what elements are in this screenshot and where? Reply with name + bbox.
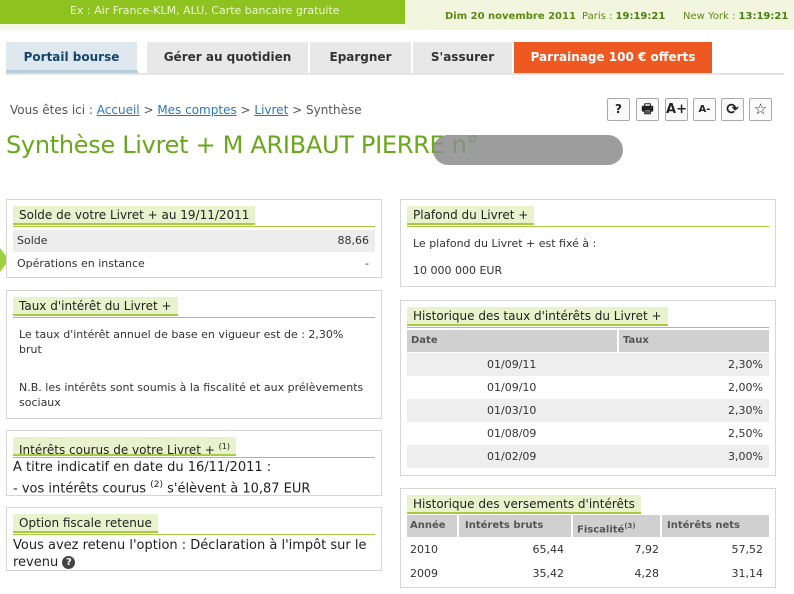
solde-panel: Solde de votre Livret + au 19/11/2011 So… [6, 199, 382, 278]
taux-value-cell: 2,00% [728, 381, 763, 394]
vers-fisc-cell: 7,92 [634, 543, 660, 556]
vers-nets-cell: 57,52 [731, 543, 764, 556]
hist-vers-panel: Historique des versements d'intérêts Ann… [400, 488, 776, 588]
breadcrumb-accueil-link[interactable]: Accueil [97, 103, 140, 117]
hist-vers-header: Année Intérets bruts Fiscalité(3) Intérê… [407, 515, 769, 537]
table-row: 2010 65,44 7,92 57,52 [407, 538, 769, 561]
page-title: Synthèse Livret + M ARIBAUT PIERRE n° [6, 131, 479, 159]
refresh-icon[interactable]: ⟳ [721, 98, 744, 121]
option-title: Option fiscale retenue [13, 514, 158, 533]
table-row: 01/09/11 2,30% [407, 353, 769, 376]
table-row: 01/03/10 2,30% [407, 399, 769, 422]
tab-s-assurer[interactable]: S'assurer [413, 42, 514, 73]
hist-vers-title: Historique des versements d'intérêts [407, 495, 641, 514]
taux-date-cell: 01/02/09 [487, 450, 537, 463]
nav-divider [6, 73, 784, 75]
table-row: 01/08/09 2,50% [407, 422, 769, 445]
favorite-star-icon[interactable]: ☆ [749, 98, 772, 121]
option-text: Vous avez retenu l'option : Déclaration … [13, 538, 367, 570]
breadcrumb-mes-comptes-link[interactable]: Mes comptes [157, 103, 236, 117]
font-increase-icon[interactable]: A+ [665, 98, 688, 121]
interets-panel: Intérêts courus de votre Livret + (1) A … [6, 430, 382, 496]
vers-annee-cell: 2009 [410, 567, 438, 580]
taux-text: Le taux d'intérêt annuel de base en vigu… [19, 328, 344, 356]
plafond-panel: Plafond du Livret + Le plafond du Livret… [400, 199, 776, 287]
taux-value-cell: 2,50% [728, 427, 763, 440]
breadcrumb: Vous êtes ici : Accueil > Mes comptes > … [10, 103, 362, 117]
taux-panel: Taux d'intérêt du Livret + Le taux d'int… [6, 290, 382, 419]
tab-epargner[interactable]: Epargner [310, 42, 413, 73]
table-row: 01/02/09 3,00% [407, 445, 769, 468]
vers-bruts-cell: 65,44 [532, 543, 565, 556]
plafond-title: Plafond du Livret + [407, 206, 535, 225]
tab-parrainage[interactable]: Parrainage 100 € offerts [514, 42, 714, 73]
help-icon[interactable]: ? [607, 98, 630, 121]
plafond-text: Le plafond du Livret + est fixé à : [413, 237, 597, 250]
hist-taux-header: Date Taux [407, 330, 769, 352]
vers-nets-cell: 31,14 [731, 567, 764, 580]
taux-title: Taux d'intérêt du Livret + [13, 297, 178, 316]
vers-annee-cell: 2010 [410, 543, 438, 556]
vers-bruts-cell: 35,42 [532, 567, 565, 580]
taux-date-cell: 01/03/10 [487, 404, 537, 417]
interets-title: Intérêts courus de votre Livret + (1) [13, 437, 236, 457]
redacted-account-number [433, 135, 623, 165]
table-row: 2009 35,42 4,28 31,14 [407, 562, 769, 585]
tab-portail-bourse[interactable]: Portail bourse [6, 42, 139, 73]
operations-row: Opérations en instance - [17, 257, 369, 270]
paris-clock: Paris : 19:19:21 [582, 11, 666, 22]
hist-taux-panel: Historique des taux d'intérêts du Livret… [400, 300, 776, 476]
taux-value-cell: 2,30% [728, 358, 763, 371]
interets-line1: A titre indicatif en date du 16/11/2011 … [13, 460, 272, 475]
newyork-clock: New York : 13:19:21 [683, 11, 789, 22]
help-circle-icon[interactable]: ? [62, 556, 76, 569]
taux-value-cell: 3,00% [728, 450, 763, 463]
hist-taux-title: Historique des taux d'intérêts du Livret… [407, 307, 668, 326]
solde-title: Solde de votre Livret + au 19/11/2011 [13, 206, 256, 225]
ticker-examples: Ex : Air France-KLM, ALU, Carte bancaire… [0, 0, 405, 24]
tab-gerer-au-quotidien[interactable]: Gérer au quotidien [147, 42, 310, 73]
font-decrease-icon[interactable]: A- [693, 98, 716, 121]
taux-date-cell: 01/09/11 [487, 358, 537, 371]
plafond-value: 10 000 000 EUR [413, 264, 503, 277]
breadcrumb-livret-link[interactable]: Livret [254, 103, 288, 117]
vers-fisc-cell: 4,28 [634, 567, 660, 580]
top-bar: Ex : Air France-KLM, ALU, Carte bancaire… [0, 0, 794, 30]
print-icon[interactable]: 🖶 [636, 98, 659, 121]
solde-row: Solde 88,66 [13, 230, 375, 252]
interets-line2: - vos intérêts courus (2) s'élèvent à 10… [13, 480, 311, 497]
clock-bar: Dim 20 novembre 2011 Paris : 19:19:21 Ne… [405, 0, 794, 30]
taux-date-cell: 01/09/10 [487, 381, 537, 394]
current-date: Dim 20 novembre 2011 [445, 11, 576, 22]
taux-note: N.B. les intérêts sont soumis à la fisca… [19, 381, 364, 409]
option-panel: Option fiscale retenue Vous avez retenu … [6, 507, 382, 571]
taux-value-cell: 2,30% [728, 404, 763, 417]
table-row: 01/09/10 2,00% [407, 376, 769, 399]
taux-date-cell: 01/08/09 [487, 427, 537, 440]
breadcrumb-current: Synthèse [305, 103, 362, 117]
